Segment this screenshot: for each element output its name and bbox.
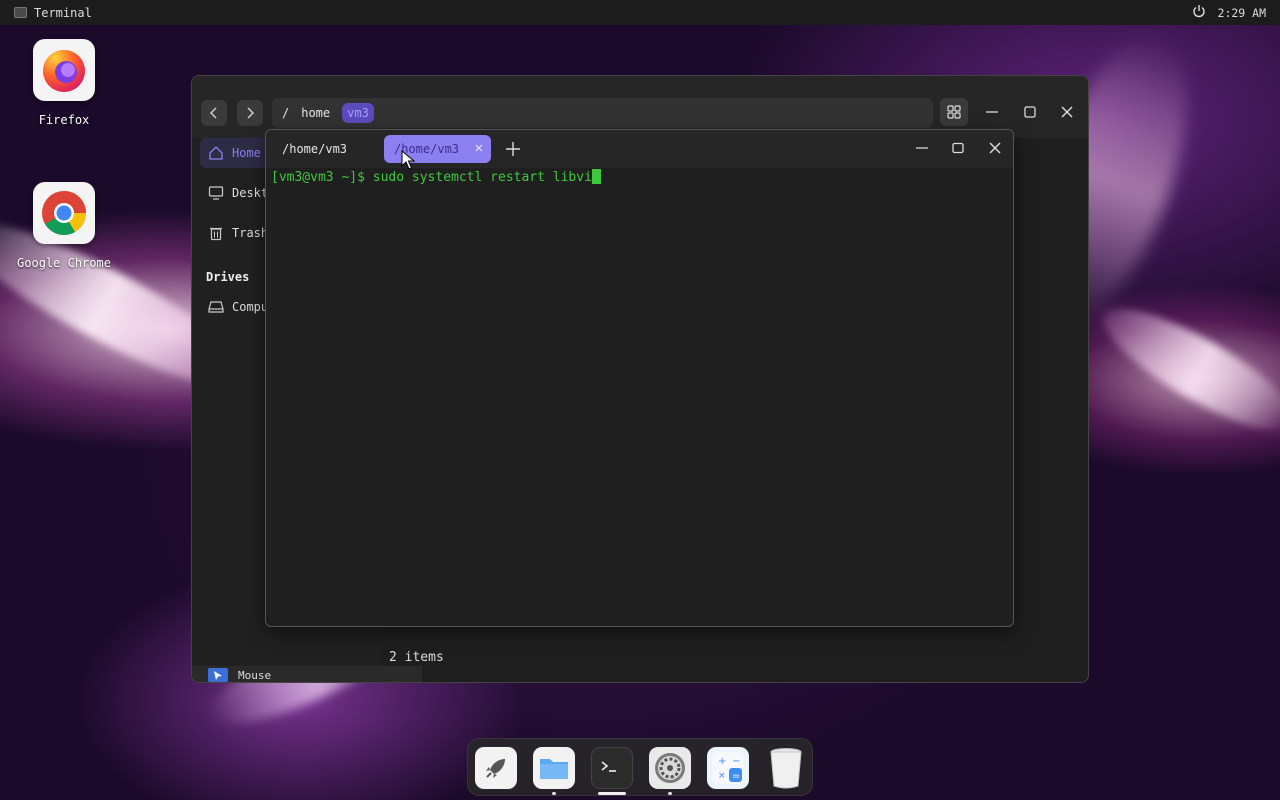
- desktop-icon: [208, 186, 224, 200]
- command-input[interactable]: sudo systemctl restart libvi: [373, 170, 592, 185]
- desktop-icon-label: Google Chrome: [17, 256, 111, 270]
- maximize-icon: [952, 142, 964, 154]
- plus-icon: [506, 142, 520, 156]
- dock-item-launcher[interactable]: [475, 747, 517, 789]
- terminal-window[interactable]: /home/vm3 /home/vm3 ✕ [vm3@vm3 ~]$ sudo …: [265, 129, 1014, 627]
- active-app-name: Terminal: [34, 5, 92, 20]
- settings-icon: [655, 753, 685, 783]
- chevron-right-icon: [247, 107, 255, 119]
- sidebar-item-label: Home: [232, 146, 261, 160]
- terminal-close-button[interactable]: [983, 136, 1007, 160]
- path-bar[interactable]: / home vm3: [272, 98, 933, 128]
- clock[interactable]: 2:29 AM: [1218, 6, 1266, 20]
- calculator-icon: + −× =: [712, 752, 744, 784]
- terminal-tab-bar: /home/vm3 /home/vm3 ✕: [266, 130, 1013, 168]
- path-segment-home[interactable]: home: [301, 106, 330, 120]
- minimize-icon: [986, 111, 998, 113]
- drive-icon: [208, 301, 224, 313]
- mouse-cursor-icon: [401, 150, 415, 170]
- input-mode-indicator: Mouse: [192, 666, 422, 682]
- drives-heading: Drives: [206, 270, 250, 284]
- path-segment-vm3[interactable]: vm3: [342, 103, 374, 123]
- minimize-button[interactable]: [980, 100, 1004, 124]
- sidebar-item-label: Trash: [232, 226, 269, 240]
- forward-button[interactable]: [237, 100, 263, 126]
- chevron-left-icon: [209, 107, 217, 119]
- svg-text:−: −: [732, 756, 740, 767]
- close-icon: [989, 142, 1001, 154]
- mouse-pointer-icon: [208, 668, 228, 682]
- folder-icon: [540, 759, 568, 779]
- terminal-maximize-button[interactable]: [946, 136, 970, 160]
- power-icon[interactable]: [1192, 4, 1206, 21]
- trash-bin-icon: [770, 748, 802, 789]
- chrome-icon: [42, 191, 86, 235]
- svg-text:×: ×: [718, 771, 726, 781]
- terminal-minimize-button[interactable]: [910, 136, 934, 160]
- dock-item-calculator[interactable]: + − × =: [707, 747, 749, 789]
- terminal-app-icon: [14, 7, 27, 18]
- terminal-tab[interactable]: /home/vm3: [272, 135, 380, 163]
- dock-item-files[interactable]: [533, 747, 575, 789]
- top-bar: Terminal 2:29 AM: [0, 0, 1280, 25]
- maximize-icon: [1024, 106, 1036, 118]
- view-toggle-button[interactable]: [940, 98, 968, 126]
- text-cursor: [591, 169, 601, 184]
- grid-icon: [947, 105, 961, 119]
- maximize-button[interactable]: [1018, 100, 1042, 124]
- sidebar-item-label: Deskt: [232, 186, 269, 200]
- item-count-status: 2 items: [389, 650, 444, 665]
- close-tab-icon[interactable]: ✕: [475, 140, 483, 156]
- new-tab-button[interactable]: [502, 138, 524, 160]
- shell-prompt: [vm3@vm3 ~]$: [271, 170, 373, 185]
- close-button[interactable]: [1055, 100, 1079, 124]
- dock-item-trash[interactable]: [765, 747, 807, 789]
- tab-label: /home/vm3: [282, 142, 348, 156]
- input-mode-label: Mouse: [238, 668, 272, 682]
- dock-running-indicator: [552, 792, 556, 795]
- trash-icon: [210, 227, 222, 241]
- terminal-icon: [601, 761, 616, 772]
- home-icon: [209, 146, 223, 160]
- svg-text:+: +: [718, 756, 726, 767]
- dock-item-terminal[interactable]: [591, 747, 633, 789]
- terminal-output[interactable]: [vm3@vm3 ~]$ sudo systemctl restart libv…: [271, 169, 601, 185]
- close-icon: [1061, 106, 1073, 118]
- rocket-icon: [486, 759, 505, 778]
- dock-item-settings[interactable]: [649, 747, 691, 789]
- path-segment-root[interactable]: /: [282, 106, 289, 120]
- desktop-icon-label: Firefox: [38, 113, 90, 127]
- desktop-icon-firefox[interactable]: Firefox: [9, 39, 119, 127]
- desktop-icon-chrome[interactable]: Google Chrome: [9, 182, 119, 270]
- dock-active-indicator: [598, 792, 626, 795]
- sidebar-item-label: Compu: [232, 300, 269, 314]
- minimize-icon: [916, 147, 928, 149]
- dock-running-indicator: [668, 792, 672, 795]
- dock: + − × =: [467, 738, 813, 796]
- back-button[interactable]: [201, 100, 227, 126]
- firefox-icon: [43, 50, 85, 92]
- svg-text:=: =: [732, 771, 740, 782]
